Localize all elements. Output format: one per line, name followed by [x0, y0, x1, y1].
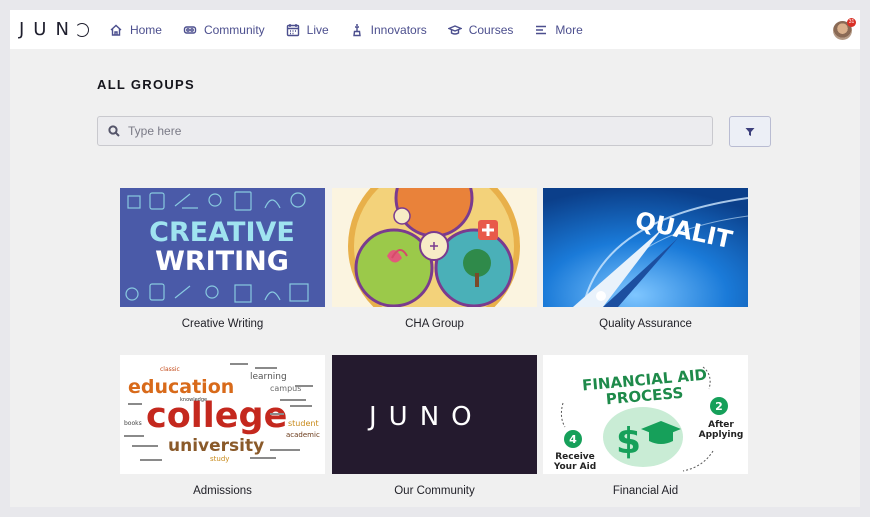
step-2-number: 2	[715, 400, 723, 413]
main-nav: Home Community Live Innovators Courses M…	[97, 23, 592, 37]
search-bar	[97, 116, 713, 146]
word-university: university	[168, 436, 264, 456]
step-2-line1: After	[708, 420, 734, 430]
nav-more-label: More	[555, 22, 583, 37]
group-name: Creative Writing	[181, 318, 264, 330]
filter-button[interactable]	[729, 116, 771, 147]
user-avatar[interactable]: 31	[833, 18, 856, 40]
group-card-financial-aid[interactable]: FINANCIAL AID PROCESS $ 2 After Applying…	[543, 355, 748, 497]
svg-text:$: $	[616, 421, 641, 462]
word-classic: classic	[160, 366, 180, 373]
nav-community-label: Community	[203, 22, 265, 37]
word-academic: academic	[286, 431, 320, 439]
innovators-icon	[352, 23, 361, 36]
word-study: study	[210, 455, 229, 463]
step-4-line1: Receive	[555, 452, 595, 462]
word-college: college	[146, 396, 287, 436]
logo-text: JUN	[19, 19, 78, 40]
menu-icon	[536, 25, 547, 34]
word-knowledge: knowledge	[180, 397, 207, 403]
juno-logo-text: JUNO	[367, 402, 484, 432]
group-card-quality-assurance[interactable]: QUALIT Quality Assurance	[543, 188, 748, 330]
filter-icon	[745, 127, 755, 136]
graduation-cap-icon	[447, 24, 462, 35]
word-learning: learning	[250, 372, 287, 382]
creative-text-line1: CREATIVE	[149, 217, 295, 248]
group-name: Our Community	[394, 485, 475, 497]
group-card-cha-group[interactable]: CHA Group	[332, 188, 537, 330]
group-card-our-community[interactable]: JUNO Our Community	[332, 355, 537, 497]
word-books: books	[124, 420, 142, 427]
nav-courses-label: Courses	[468, 22, 514, 37]
nav-innovators[interactable]: Innovators	[350, 23, 427, 37]
step-4-line2: Your Aid	[553, 462, 596, 472]
top-navigation-bar: JUN Home Community Live Innovators Cours…	[10, 10, 860, 49]
group-image-quality-assurance: QUALIT	[543, 188, 748, 307]
group-card-creative-writing[interactable]: CREATIVE WRITING Creative Writing	[120, 188, 325, 330]
group-image-admissions: education college university student lea…	[120, 355, 325, 474]
group-image-financial-aid: FINANCIAL AID PROCESS $ 2 After Applying…	[543, 355, 748, 474]
calendar-icon	[286, 23, 299, 36]
search-input[interactable]	[128, 124, 688, 138]
home-icon	[110, 24, 122, 36]
nav-home[interactable]: Home	[109, 23, 162, 37]
nav-more[interactable]: More	[534, 22, 583, 37]
group-name: Admissions	[193, 485, 252, 497]
notification-badge: 31	[847, 18, 856, 27]
group-card-admissions[interactable]: education college university student lea…	[120, 355, 325, 497]
step-4-number: 4	[569, 433, 577, 446]
nav-courses[interactable]: Courses	[447, 22, 514, 37]
group-image-our-community: JUNO	[332, 355, 537, 474]
group-image-cha-group	[332, 188, 537, 307]
nav-live-label: Live	[306, 22, 329, 37]
group-name: Quality Assurance	[599, 318, 692, 330]
step-2-line2: Applying	[699, 430, 744, 440]
nav-innovators-label: Innovators	[370, 22, 427, 37]
logo-o-mark	[74, 22, 89, 37]
app-frame: JUN Home Community Live Innovators Cours…	[10, 10, 860, 507]
creative-text-line2: WRITING	[155, 246, 289, 277]
page-title: ALL GROUPS	[97, 77, 195, 92]
community-icon	[183, 25, 197, 34]
nav-home-label: Home	[129, 22, 162, 37]
group-name: Financial Aid	[612, 485, 679, 497]
group-name: CHA Group	[405, 318, 464, 330]
juno-logo[interactable]: JUN	[19, 19, 89, 40]
nav-live[interactable]: Live	[286, 23, 329, 37]
word-education: education	[128, 376, 234, 398]
word-student: student	[288, 419, 319, 428]
search-icon	[108, 125, 120, 137]
nav-community[interactable]: Community	[183, 23, 265, 37]
group-image-creative-writing: CREATIVE WRITING	[120, 188, 325, 307]
